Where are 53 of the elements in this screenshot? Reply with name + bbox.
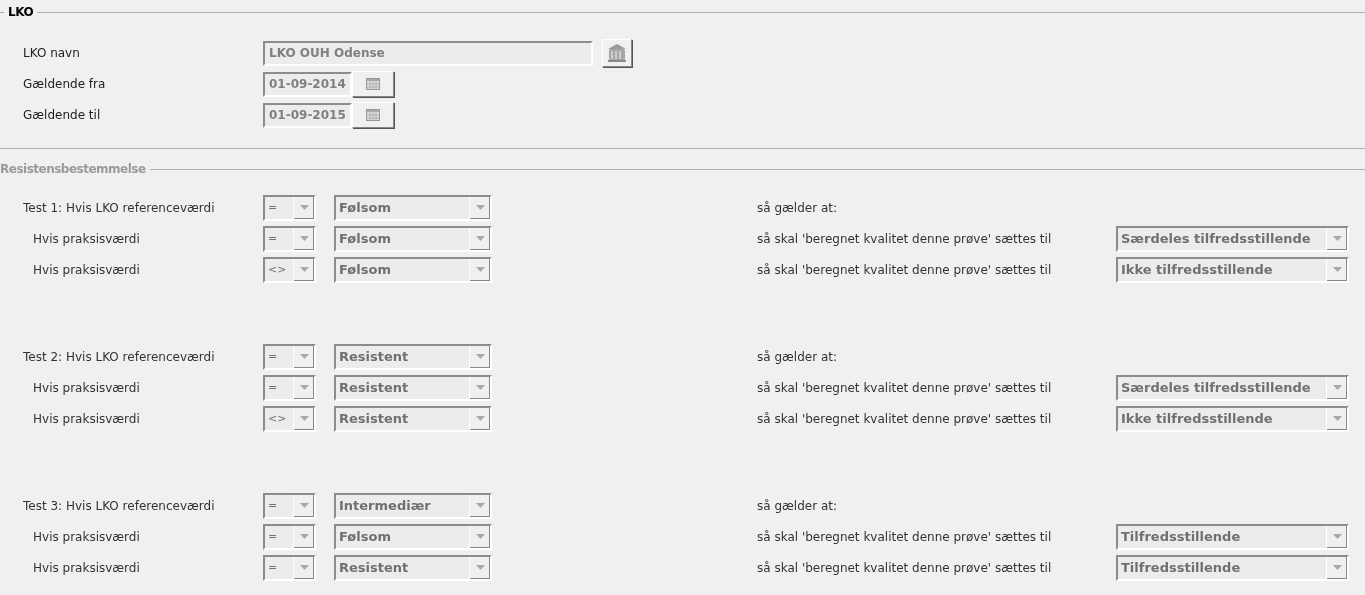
caret-icon [475,565,485,570]
condition-label: Test 1: Hvis LKO referenceværdi [23,200,216,215]
caret-icon [299,267,309,272]
caret-icon [1332,534,1342,539]
caret-icon [475,354,485,359]
consequence-label: så skal 'beregnet kvalitet denne prøve' sættes til [757,411,1053,426]
caret-icon [1332,565,1342,570]
consequence-label: så skal 'beregnet kvalitet denne prøve' sættes til [757,529,1053,544]
caret-icon [475,416,485,421]
caret-icon [475,385,485,390]
caret-icon [299,416,309,421]
condition-label: Hvis praksisværdi [32,380,141,395]
caret-icon [475,534,485,539]
caret-icon [475,503,485,508]
caret-icon [299,354,309,359]
caret-icon [299,565,309,570]
caret-icon [299,205,309,210]
building-icon [606,43,628,63]
condition-label: Test 3: Hvis LKO referenceværdi [23,498,216,513]
consequence-label: så skal 'beregnet kvalitet denne prøve' sættes til [757,231,1053,246]
consequence-label: så skal 'beregnet kvalitet denne prøve' sættes til [757,262,1053,277]
consequence-label: så skal 'beregnet kvalitet denne prøve' sættes til [757,380,1053,395]
caret-icon [299,236,309,241]
caret-icon [475,267,485,272]
caret-icon [299,385,309,390]
field-label: Gældende fra [23,77,107,91]
condition-label: Hvis praksisværdi [32,411,141,426]
consequence-label: så skal 'beregnet kvalitet denne prøve' sættes til [757,560,1053,575]
caret-icon [1332,416,1342,421]
condition-label: Hvis praksisværdi [32,231,141,246]
caret-icon [299,534,309,539]
condition-label: Hvis praksisværdi [32,529,141,544]
condition-label: Test 2: Hvis LKO referenceværdi [23,349,216,364]
calendar-button[interactable] [352,102,394,128]
caret-icon [475,236,485,241]
condition-label: Hvis praksisværdi [32,560,141,575]
consequence-label: så gælder at: [757,498,838,513]
consequence-label: så gælder at: [757,349,838,364]
field-label: Gældende til [23,108,102,122]
calendar-icon [366,109,380,121]
lookup-button[interactable] [602,39,632,67]
calendar-icon [366,78,380,90]
caret-icon [1332,267,1342,272]
caret-icon [1332,385,1342,390]
caret-icon [299,503,309,508]
consequence-label: så gælder at: [757,200,838,215]
section-title: LKO [8,5,34,19]
field-label: LKO navn [23,46,81,60]
section-title: Resistensbestemmelse [0,162,146,176]
caret-icon [475,205,485,210]
caret-icon [1332,236,1342,241]
condition-label: Hvis praksisværdi [32,262,141,277]
calendar-button[interactable] [352,71,394,97]
